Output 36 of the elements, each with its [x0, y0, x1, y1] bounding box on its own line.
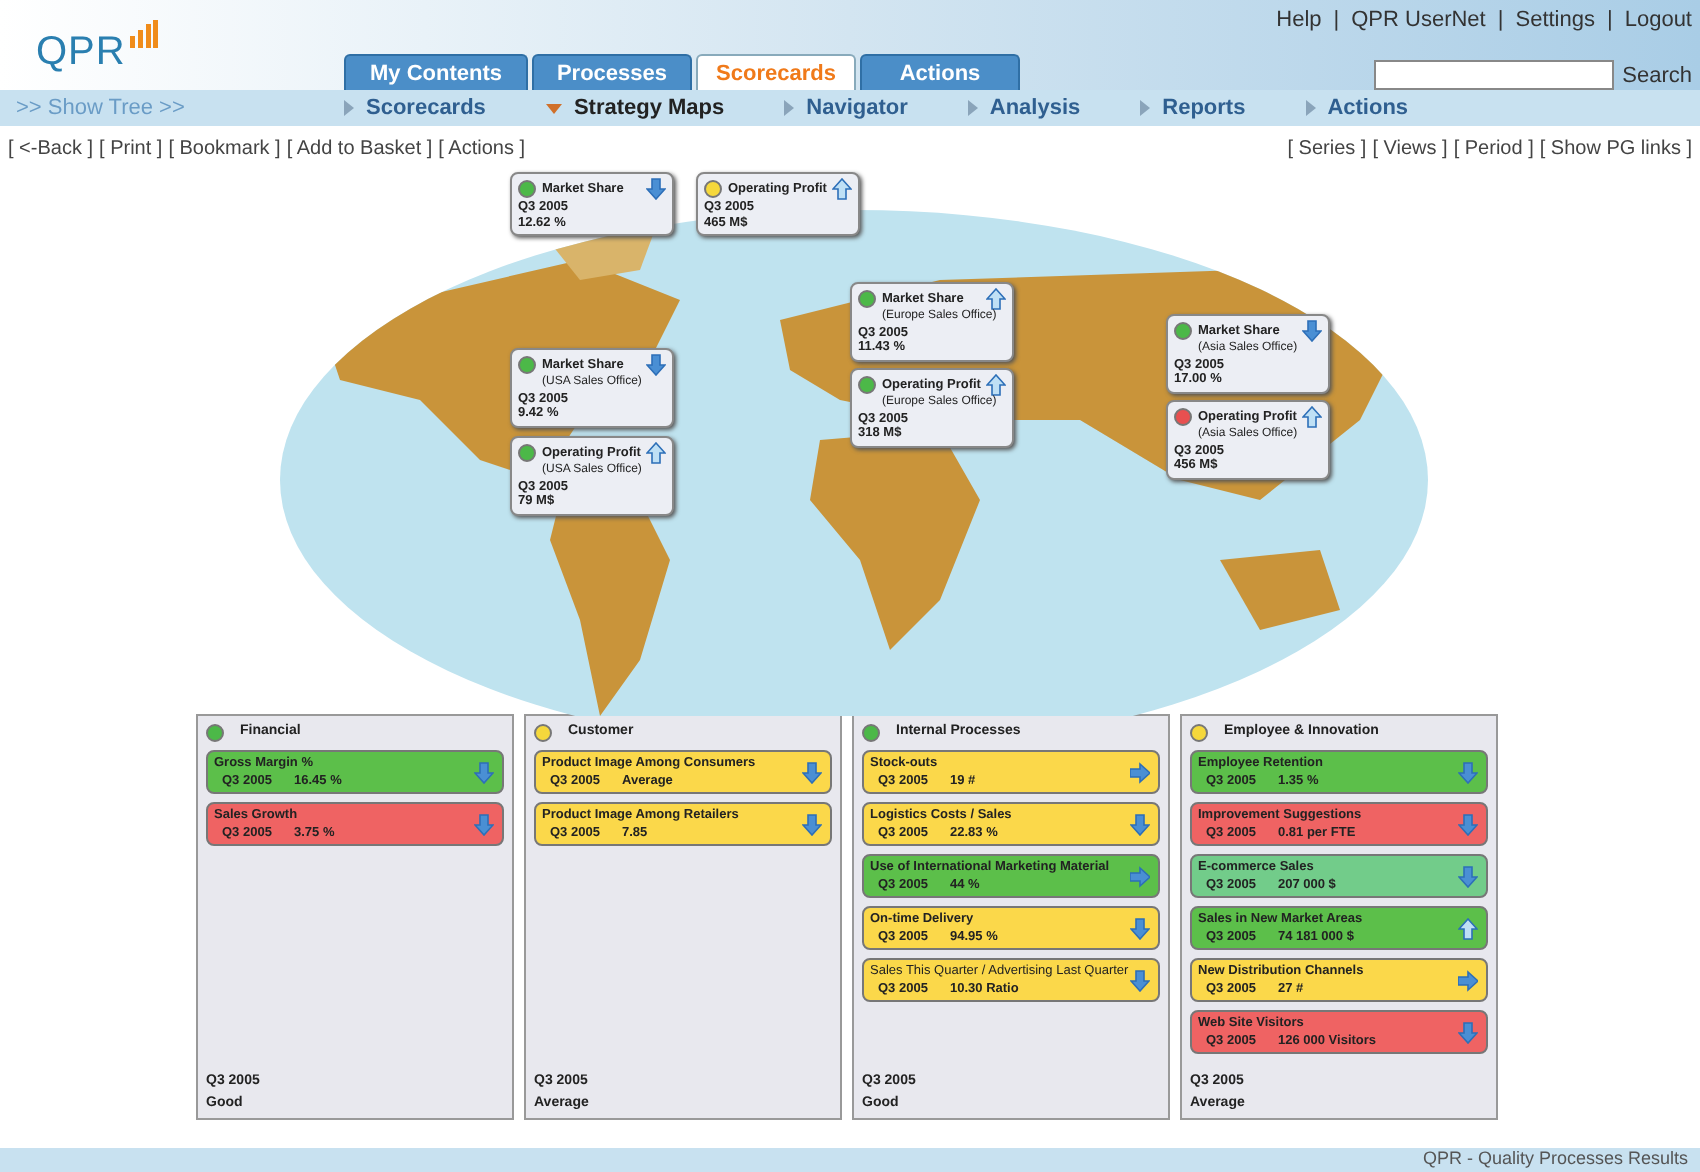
bar-chart-icon [129, 19, 158, 47]
toolbar-link[interactable]: [ Views ] [1372, 133, 1448, 163]
nav-item[interactable]: Reports [1140, 91, 1246, 125]
nav-item[interactable]: Navigator [784, 91, 908, 125]
toolbar-link[interactable]: [ Print ] [99, 133, 163, 163]
footer-slogan: QPR - Quality Processes Results [1422, 1146, 1688, 1172]
caret-right-icon [967, 100, 978, 116]
header-link[interactable]: QPR UserNet [1351, 4, 1486, 37]
separator: | [1606, 6, 1613, 36]
toolbar-link[interactable]: [ Show PG links ] [1539, 133, 1692, 163]
toolbar-link[interactable]: [ Actions ] [438, 133, 526, 163]
tab[interactable]: My Contents [344, 54, 528, 90]
header-link[interactable]: Settings [1515, 4, 1595, 37]
toolbar-link[interactable]: [ Add to Basket ] [286, 133, 433, 163]
nav-item[interactable]: Strategy Maps [545, 91, 725, 125]
logo: QPR [36, 27, 126, 77]
caret-right-icon [1305, 100, 1316, 116]
nav-item[interactable]: Analysis [967, 91, 1081, 125]
toolbar-link[interactable]: [ <-Back ] [8, 133, 94, 163]
caret-right-icon [1140, 100, 1151, 116]
toolbar-link[interactable]: [ Series ] [1287, 133, 1367, 163]
tab[interactable]: Processes [532, 54, 692, 90]
caret-right-icon [784, 100, 795, 116]
toolbar-link[interactable]: [ Bookmark ] [168, 133, 281, 163]
header-link[interactable]: Help [1276, 4, 1322, 37]
caret-right-icon [344, 100, 354, 116]
search-button[interactable]: Search [1622, 59, 1692, 92]
header-link[interactable]: Logout [1624, 4, 1692, 37]
separator: | [1333, 6, 1340, 36]
caret-down-icon [545, 103, 562, 113]
nav-item[interactable]: Actions [1305, 91, 1409, 125]
tab[interactable]: Actions [860, 54, 1020, 90]
nav-item[interactable]: Scorecards [344, 91, 486, 125]
search-field[interactable] [1374, 60, 1615, 91]
separator: | [1497, 6, 1504, 36]
toolbar-link[interactable]: [ Period ] [1453, 133, 1534, 163]
